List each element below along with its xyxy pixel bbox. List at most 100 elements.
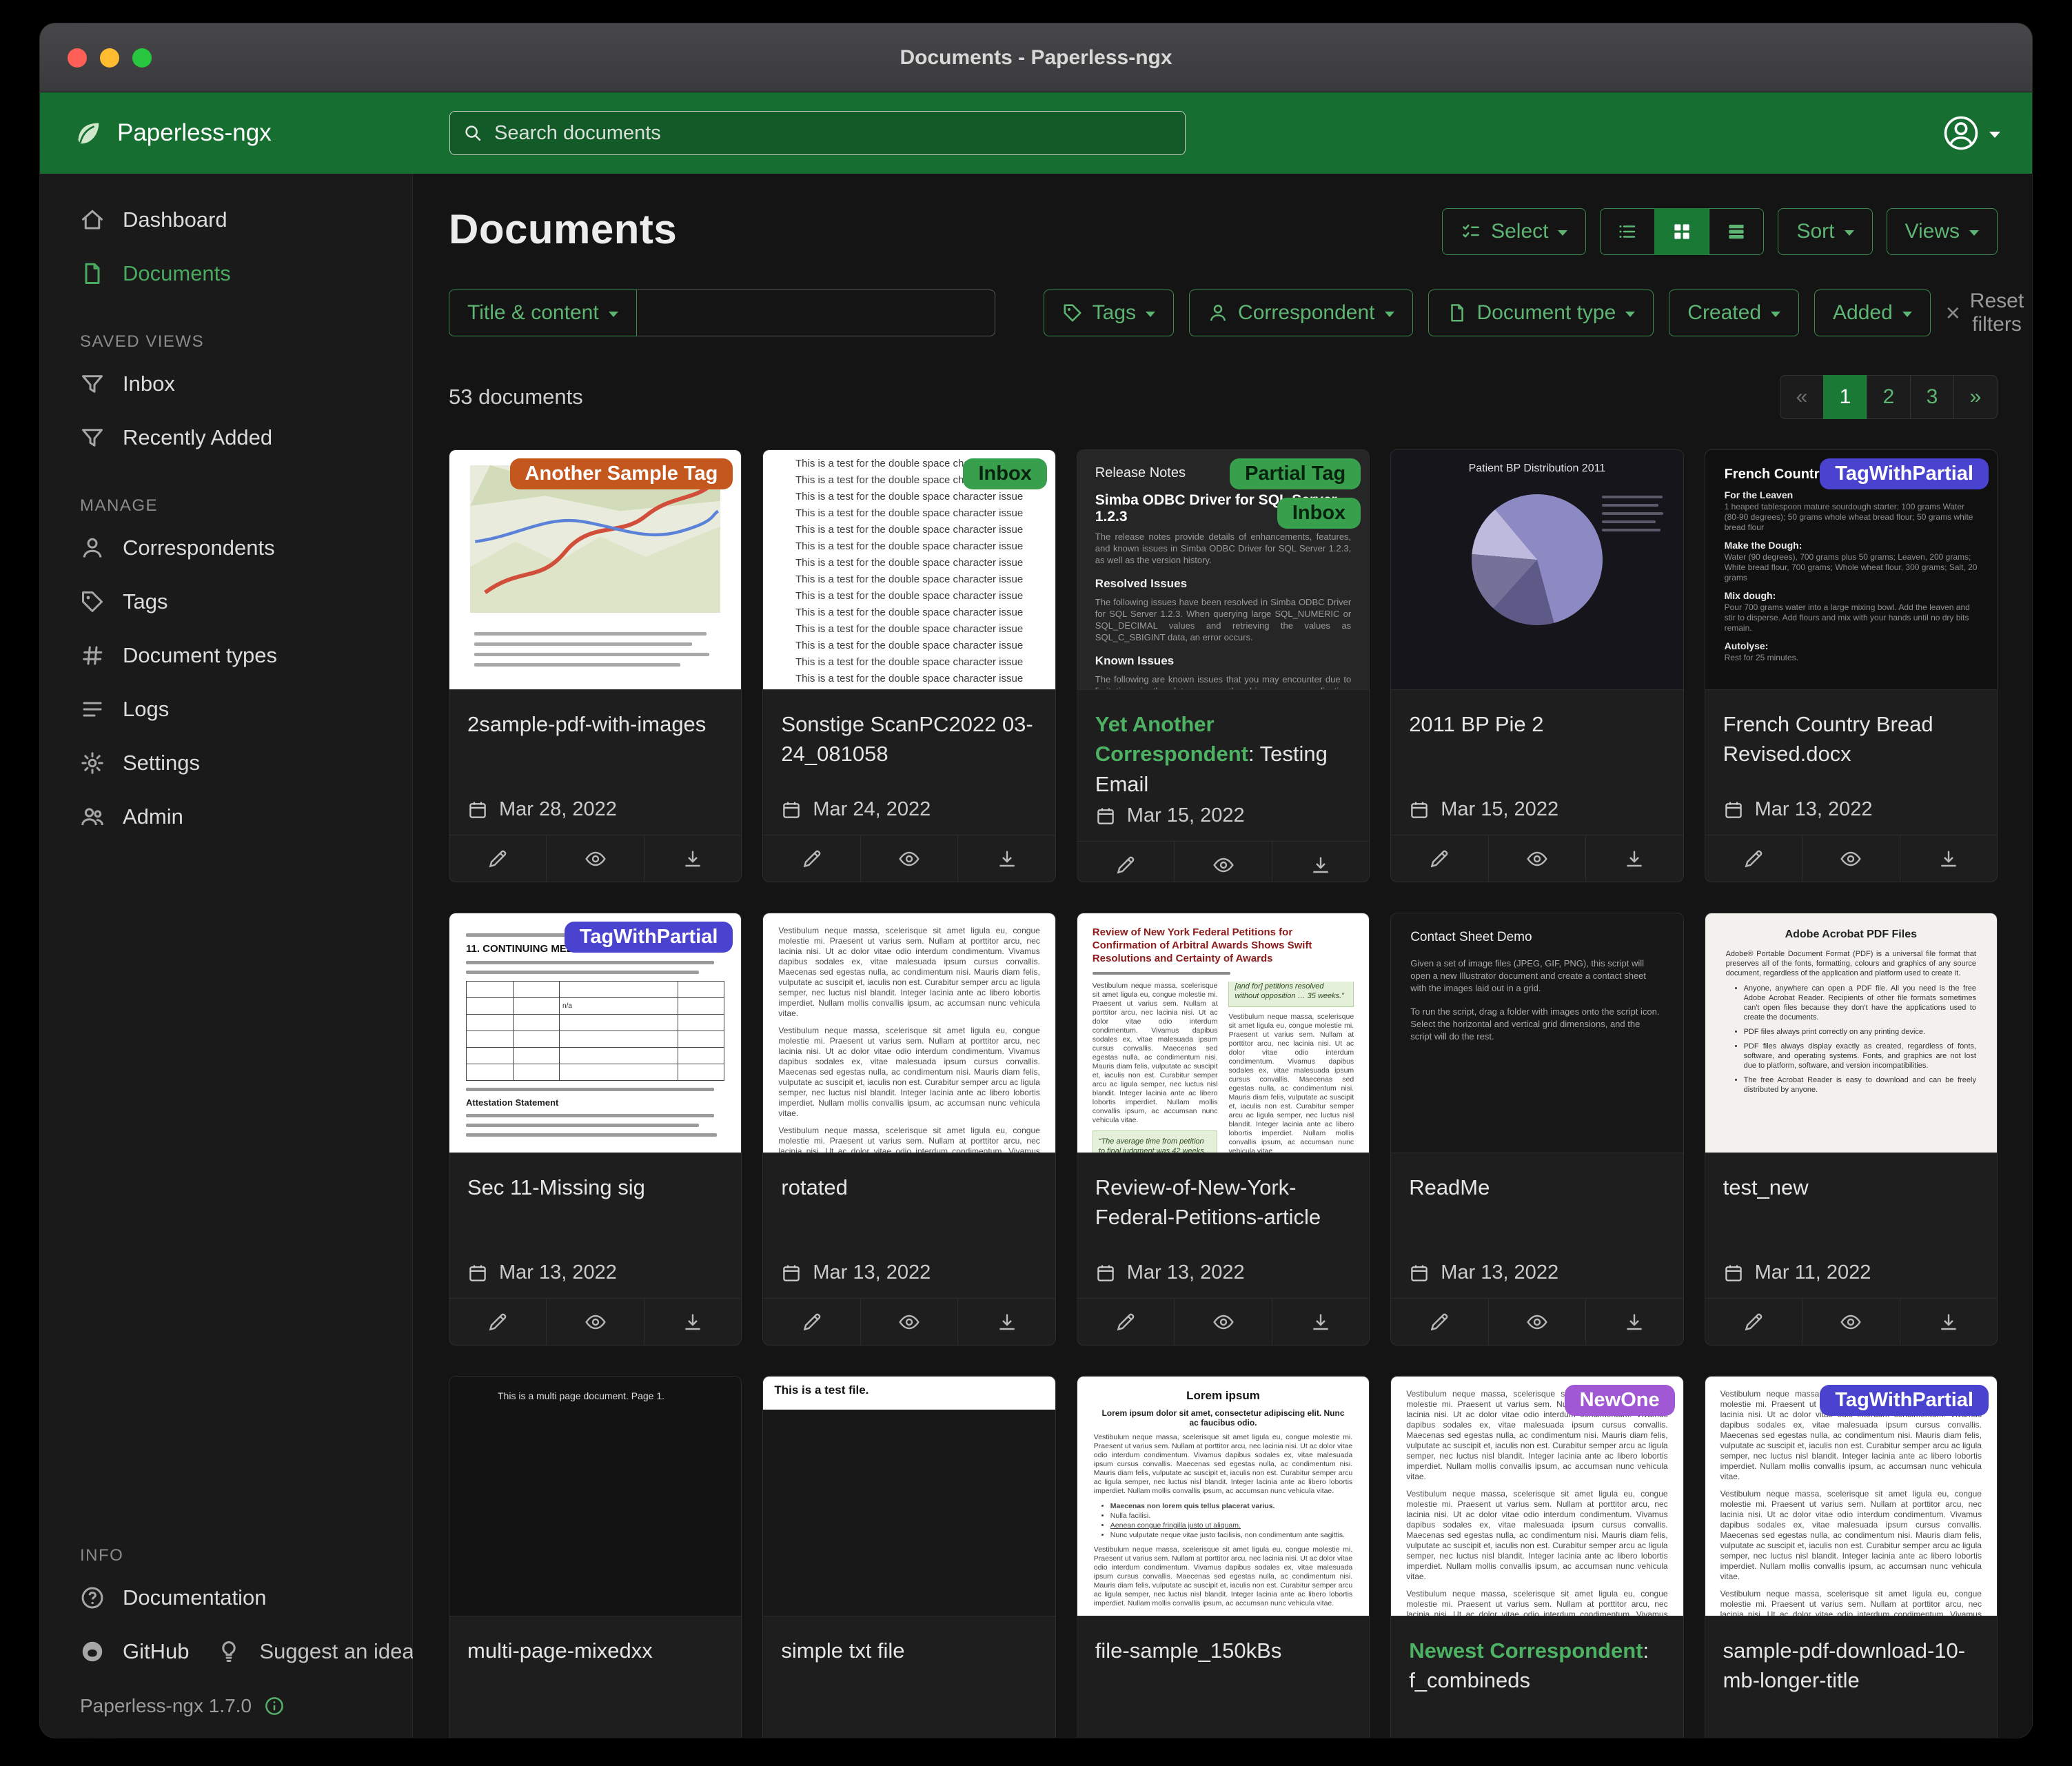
document-card[interactable]: Another Sample Tag 2sample-pdf-with-image… <box>449 449 742 882</box>
titlebar[interactable]: Documents - Paperless-ngx <box>40 23 2032 92</box>
tag-pill[interactable]: TagWithPartial <box>1820 458 1989 489</box>
document-title[interactable]: 2011 BP Pie 2 <box>1391 690 1683 744</box>
filter-created-button[interactable]: Created <box>1669 290 1799 336</box>
sidebar-item-settings[interactable]: Settings <box>40 736 412 790</box>
sidebar-item-document-types[interactable]: Document types <box>40 629 412 682</box>
download-document-button[interactable] <box>1272 1299 1369 1345</box>
download-document-button[interactable] <box>1272 842 1369 882</box>
document-title[interactable]: Yet Another Correspondent: Testing Email <box>1077 690 1369 804</box>
document-thumbnail[interactable]: This is a test for the double space char… <box>763 450 1055 690</box>
document-card[interactable]: Vestibulum neque massa, scelerisque sit … <box>1390 1376 1683 1738</box>
document-title[interactable]: test_new <box>1705 1153 1997 1208</box>
document-card[interactable]: Release NotesSimba ODBC Driver for SQL S… <box>1077 449 1370 882</box>
select-button[interactable]: Select <box>1442 208 1586 255</box>
document-thumbnail[interactable]: Release NotesSimba ODBC Driver for SQL S… <box>1077 450 1369 690</box>
filter-tags-button[interactable]: Tags <box>1044 290 1174 336</box>
search-input[interactable] <box>494 122 1172 145</box>
minimize-window-button[interactable] <box>100 48 119 68</box>
document-card[interactable]: Vestibulum neque massa, scelerisque sit … <box>762 913 1055 1346</box>
document-thumbnail[interactable]: 11. CONTINUING MEDICAL EDUCATIONn/aAttes… <box>449 913 741 1153</box>
download-document-button[interactable] <box>644 1299 741 1345</box>
document-thumbnail[interactable]: This is a multi page document. Page 1. <box>449 1377 741 1616</box>
download-document-button[interactable] <box>1900 1299 1997 1345</box>
edit-document-button[interactable] <box>763 835 860 882</box>
sidebar-item-admin[interactable]: Admin <box>40 790 412 844</box>
tag-pill[interactable]: TagWithPartial <box>1820 1385 1989 1416</box>
view-document-button[interactable] <box>1802 835 1899 882</box>
view-document-button[interactable] <box>860 835 957 882</box>
download-document-button[interactable] <box>1585 1299 1683 1345</box>
download-document-button[interactable] <box>957 835 1055 882</box>
zoom-window-button[interactable] <box>132 48 152 68</box>
document-card[interactable]: Contact Sheet DemoGiven a set of image f… <box>1390 913 1683 1346</box>
view-list-button[interactable] <box>1600 208 1655 255</box>
sidebar-item-inbox[interactable]: Inbox <box>40 357 412 411</box>
user-menu[interactable] <box>1942 114 2000 152</box>
document-title[interactable]: ReadMe <box>1391 1153 1683 1208</box>
document-card[interactable]: Vestibulum neque massa, scelerisque sit … <box>1705 1376 1998 1738</box>
filter-correspondent-button[interactable]: Correspondent <box>1189 290 1412 336</box>
document-title[interactable]: Sonstige ScanPC2022 03-24_081058 <box>763 690 1055 775</box>
title-content-dropdown-button[interactable]: Title & content <box>449 290 637 336</box>
edit-document-button[interactable] <box>1391 1299 1487 1345</box>
edit-document-button[interactable] <box>1391 835 1487 882</box>
sidebar-item-recently-added[interactable]: Recently Added <box>40 411 412 465</box>
download-document-button[interactable] <box>1900 835 1997 882</box>
pagination-page-2[interactable]: 2 <box>1867 375 1911 419</box>
pagination-page-1[interactable]: 1 <box>1823 375 1867 419</box>
document-correspondent[interactable]: Newest Correspondent <box>1409 1638 1643 1663</box>
views-button[interactable]: Views <box>1887 208 1998 255</box>
sidebar-item-dashboard[interactable]: Dashboard <box>40 193 412 247</box>
document-thumbnail[interactable]: Vestibulum neque massa, scelerisque sit … <box>1705 1377 1997 1616</box>
document-title[interactable]: 2sample-pdf-with-images <box>449 690 741 744</box>
document-thumbnail[interactable]: Review of New York Federal Petitions for… <box>1077 913 1369 1153</box>
download-document-button[interactable] <box>957 1299 1055 1345</box>
sidebar-item-github[interactable]: GitHub <box>40 1625 199 1678</box>
sidebar-item-tags[interactable]: Tags <box>40 575 412 629</box>
sort-button[interactable]: Sort <box>1778 208 1872 255</box>
reset-filters-button[interactable]: × Reset filters <box>1946 290 2024 336</box>
document-thumbnail[interactable]: Vestibulum neque massa, scelerisque sit … <box>1391 1377 1683 1616</box>
view-document-button[interactable] <box>546 1299 643 1345</box>
document-title[interactable]: rotated <box>763 1153 1055 1208</box>
document-thumbnail[interactable]: French Country BreadFor the Leaven1 heap… <box>1705 450 1997 690</box>
view-document-button[interactable] <box>1488 835 1585 882</box>
view-document-button[interactable] <box>546 835 643 882</box>
document-card[interactable]: Review of New York Federal Petitions for… <box>1077 913 1370 1346</box>
download-document-button[interactable] <box>644 835 741 882</box>
document-title[interactable]: French Country Bread Revised.docx <box>1705 690 1997 775</box>
document-card[interactable]: Patient BP Distribution 20112011 BP Pie … <box>1390 449 1683 882</box>
edit-document-button[interactable] <box>449 835 546 882</box>
sidebar-item-documentation[interactable]: Documentation <box>40 1571 412 1625</box>
pagination-prev-button[interactable]: « <box>1780 375 1824 419</box>
close-window-button[interactable] <box>68 48 87 68</box>
filter-added-button[interactable]: Added <box>1814 290 1931 336</box>
document-title[interactable]: Sec 11-Missing sig <box>449 1153 741 1208</box>
sidebar-item-documents[interactable]: Documents <box>40 247 412 301</box>
document-title[interactable]: Newest Correspondent: f_combineds <box>1391 1616 1683 1701</box>
document-card[interactable]: This is a multi page document. Page 1.mu… <box>449 1376 742 1738</box>
edit-document-button[interactable] <box>1077 1299 1174 1345</box>
document-thumbnail[interactable]: Adobe Acrobat PDF FilesAdobe® Portable D… <box>1705 913 1997 1153</box>
tag-pill[interactable]: TagWithPartial <box>565 922 733 953</box>
view-document-button[interactable] <box>1488 1299 1585 1345</box>
document-thumbnail[interactable]: Vestibulum neque massa, scelerisque sit … <box>763 913 1055 1153</box>
tag-pill[interactable]: Partial Tag <box>1230 458 1361 489</box>
view-document-button[interactable] <box>1174 1299 1271 1345</box>
document-card[interactable]: French Country BreadFor the Leaven1 heap… <box>1705 449 1998 882</box>
tag-pill[interactable]: NewOne <box>1565 1385 1675 1416</box>
edit-document-button[interactable] <box>1705 1299 1802 1345</box>
document-title[interactable]: Review-of-New-York-Federal-Petitions-art… <box>1077 1153 1369 1238</box>
document-thumbnail[interactable]: Another Sample Tag <box>449 450 741 690</box>
document-card[interactable]: 11. CONTINUING MEDICAL EDUCATIONn/aAttes… <box>449 913 742 1346</box>
view-details-button[interactable] <box>1709 208 1764 255</box>
title-content-filter-input[interactable] <box>637 290 995 336</box>
info-circle-icon[interactable] <box>264 1696 285 1716</box>
document-title[interactable]: simple txt file <box>763 1616 1055 1671</box>
view-document-button[interactable] <box>1802 1299 1899 1345</box>
app-brand[interactable]: Paperless-ngx <box>72 117 272 149</box>
tag-pill[interactable]: Another Sample Tag <box>510 458 733 489</box>
pagination-next-button[interactable]: » <box>1953 375 1998 419</box>
edit-document-button[interactable] <box>763 1299 860 1345</box>
document-card[interactable]: Adobe Acrobat PDF FilesAdobe® Portable D… <box>1705 913 1998 1346</box>
